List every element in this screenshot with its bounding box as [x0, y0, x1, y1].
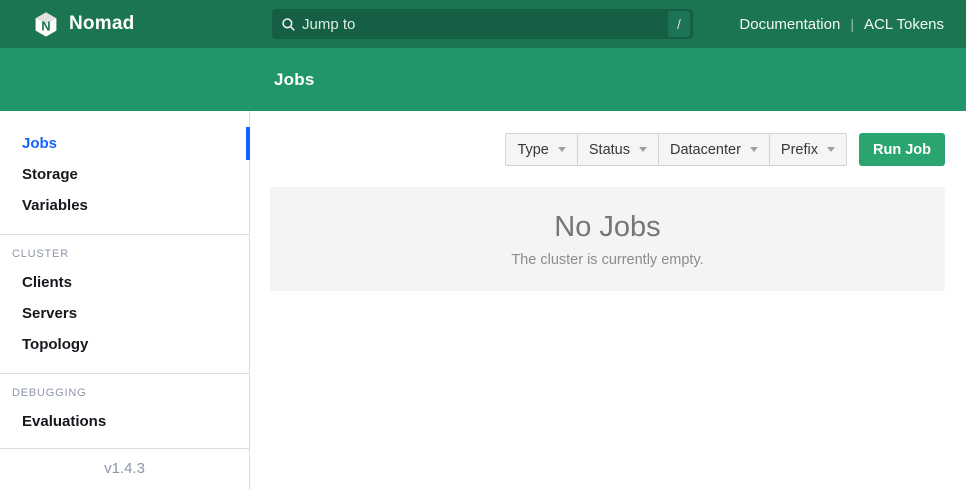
sidebar-item-evaluations[interactable]: Evaluations [0, 406, 249, 437]
filter-prefix-dropdown[interactable]: Prefix [769, 134, 846, 165]
filter-button-group: Type Status Datacenter Prefix [505, 133, 847, 166]
jobs-toolbar: Type Status Datacenter Prefix Run Job [250, 133, 945, 166]
nomad-logo-icon: N [33, 11, 59, 38]
topbar-links: Documentation | ACL Tokens [739, 0, 944, 48]
chevron-down-icon [639, 147, 647, 152]
search-input[interactable] [296, 16, 668, 33]
empty-state-panel: No Jobs The cluster is currently empty. [270, 187, 945, 291]
brand-name: Nomad [69, 13, 134, 35]
version-label: v1.4.3 [0, 448, 249, 490]
svg-text:N: N [41, 18, 50, 33]
filter-type-label: Type [517, 142, 548, 158]
chevron-down-icon [750, 147, 758, 152]
sidebar-item-clients[interactable]: Clients [0, 267, 249, 298]
empty-state-title: No Jobs [554, 211, 660, 244]
filter-datacenter-label: Datacenter [670, 142, 741, 158]
search-icon [281, 17, 296, 32]
acl-tokens-link[interactable]: ACL Tokens [864, 16, 944, 33]
sidebar: Jobs Storage Variables CLUSTER Clients S… [0, 111, 250, 490]
keyboard-shortcut-hint: / [668, 11, 690, 37]
sidebar-heading-debugging: DEBUGGING [0, 374, 249, 406]
run-job-button[interactable]: Run Job [859, 133, 945, 166]
sidebar-item-variables[interactable]: Variables [0, 190, 249, 221]
jump-to-search[interactable]: / [272, 9, 693, 39]
sidebar-item-storage[interactable]: Storage [0, 159, 249, 190]
sidebar-heading-cluster: CLUSTER [0, 235, 249, 267]
nomad-brand[interactable]: N Nomad [0, 11, 134, 38]
top-navigation-bar: N Nomad / Documentation | ACL Tokens [0, 0, 966, 48]
sidebar-item-jobs[interactable]: Jobs [0, 128, 249, 159]
sidebar-item-servers[interactable]: Servers [0, 298, 249, 329]
sidebar-item-topology[interactable]: Topology [0, 329, 249, 360]
content-area: Jobs Storage Variables CLUSTER Clients S… [0, 111, 966, 490]
link-separator: | [850, 16, 854, 32]
filter-datacenter-dropdown[interactable]: Datacenter [658, 134, 769, 165]
chevron-down-icon [558, 147, 566, 152]
filter-status-dropdown[interactable]: Status [577, 134, 658, 165]
filter-type-dropdown[interactable]: Type [506, 134, 576, 165]
documentation-link[interactable]: Documentation [739, 16, 840, 33]
main-panel: Type Status Datacenter Prefix Run Job [250, 111, 966, 490]
empty-state-message: The cluster is currently empty. [511, 252, 703, 268]
filter-status-label: Status [589, 142, 630, 158]
filter-prefix-label: Prefix [781, 142, 818, 158]
page-header-bar: Jobs [0, 48, 966, 111]
chevron-down-icon [827, 147, 835, 152]
page-title: Jobs [274, 70, 314, 90]
